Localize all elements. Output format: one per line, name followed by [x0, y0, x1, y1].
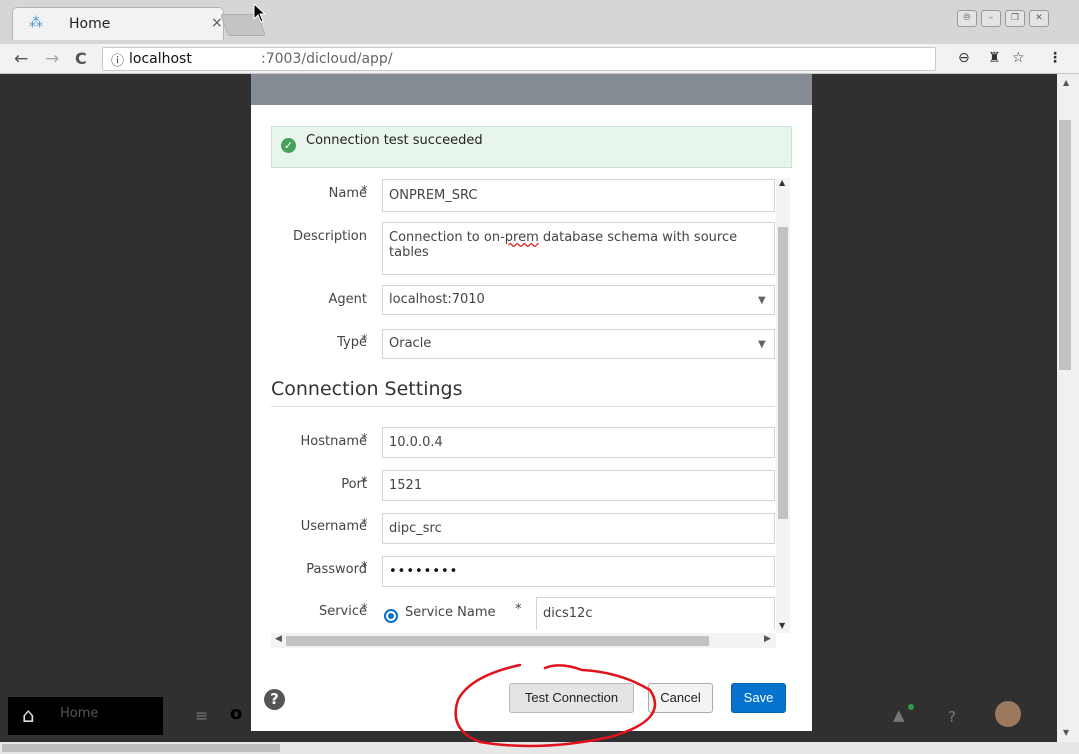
red-annotation-circle — [454, 663, 657, 748]
mouse-cursor-icon — [253, 3, 267, 23]
